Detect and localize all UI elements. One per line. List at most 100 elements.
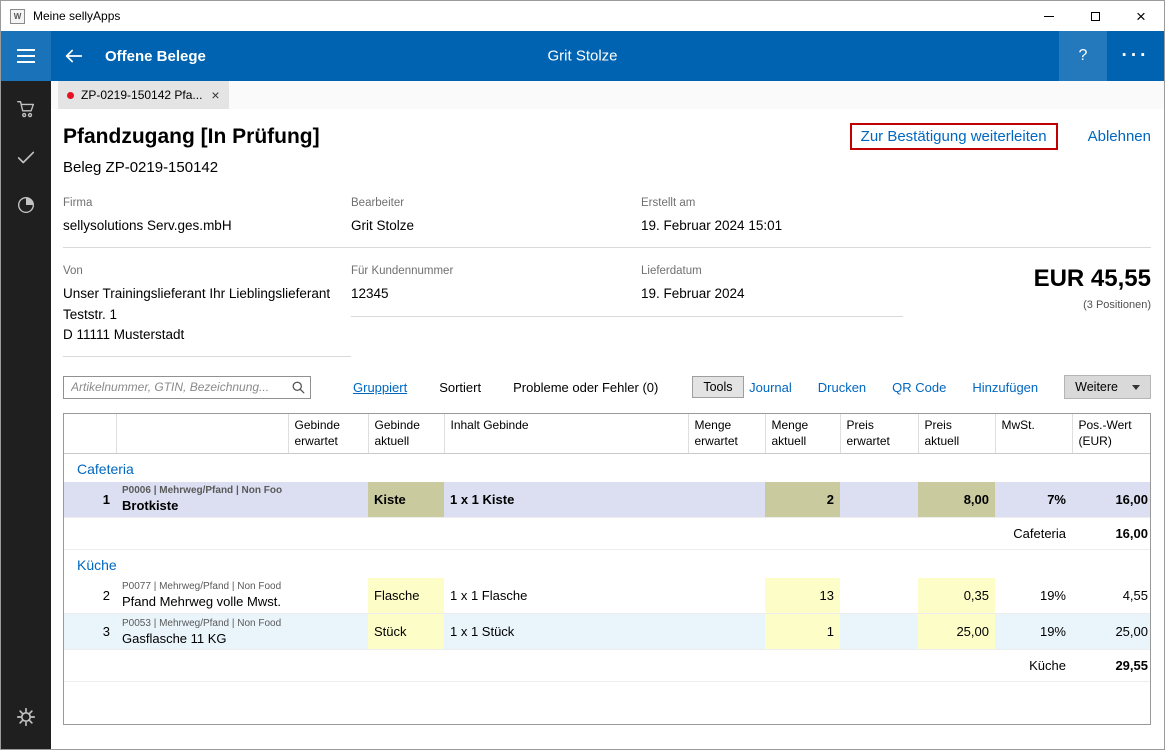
close-icon: ×	[1136, 8, 1146, 25]
subtotal-label: Cafeteria	[995, 518, 1072, 550]
field-value: Grit Stolze	[351, 216, 621, 236]
cell-menge-aktuell[interactable]: 13	[765, 578, 840, 614]
col-header-pos-wert: Pos.-Wert (EUR)	[1072, 414, 1151, 454]
article-meta: P0053 | Mehrweg/Pfand | Non Food	[122, 618, 282, 629]
titlebar: W Meine sellyApps ×	[1, 1, 1164, 31]
field-row-1: Firma sellysolutions Serv.ges.mbH Bearbe…	[63, 197, 1151, 248]
col-header-menge-erwartet: Menge erwartet	[688, 414, 765, 454]
journal-link[interactable]: Journal	[749, 380, 792, 395]
minimize-button[interactable]	[1026, 1, 1072, 31]
tab-document[interactable]: ZP-0219-150142 Pfa... ×	[58, 81, 229, 109]
cell-gebinde-aktuell[interactable]: Stück	[368, 614, 444, 650]
qr-code-link[interactable]: QR Code	[892, 380, 946, 395]
group-header-kueche[interactable]: Küche	[64, 550, 1151, 578]
tab-label: ZP-0219-150142 Pfa...	[81, 88, 202, 102]
field-erstellt-am: Erstellt am 19. Februar 2024 15:01	[641, 197, 1151, 248]
add-link[interactable]: Hinzufügen	[972, 380, 1038, 395]
cell-preis-erwartet	[840, 614, 918, 650]
cell-preis-aktuell[interactable]: 8,00	[918, 482, 995, 518]
field-label: Für Kundennummer	[351, 265, 621, 277]
cell-pos-wert: 16,00	[1072, 482, 1151, 518]
print-link[interactable]: Drucken	[818, 380, 866, 395]
field-value: 19. Februar 2024 15:01	[641, 216, 1131, 236]
field-value: 12345	[351, 284, 621, 304]
cell-inhalt-gebinde: 1 x 1 Flasche	[444, 578, 688, 614]
forward-for-approval-button[interactable]: Zur Bestätigung weiterleiten	[850, 123, 1058, 150]
field-label: Lieferdatum	[641, 265, 883, 277]
cell-mwst: 7%	[995, 482, 1072, 518]
position-row-2[interactable]: 2 P0077 | Mehrweg/Pfand | Non Food Pfand…	[64, 578, 1151, 614]
supplier-name: Unser Trainingslieferant Ihr Lieblingsli…	[63, 284, 331, 304]
cell-mwst: 19%	[995, 614, 1072, 650]
gear-icon	[15, 706, 37, 728]
field-row-2: Von Unser Trainingslieferant Ihr Lieblin…	[63, 265, 1151, 357]
cell-gebinde-erwartet	[288, 578, 368, 614]
group-toggle-link[interactable]: Gruppiert	[353, 380, 407, 395]
sidebar	[1, 81, 51, 749]
cart-icon	[15, 98, 37, 120]
page-header-title: Offene Belege	[105, 48, 206, 65]
sidebar-item-reports[interactable]	[1, 181, 51, 229]
group-header-cafeteria[interactable]: Cafeteria	[64, 454, 1151, 482]
field-label: Von	[63, 265, 331, 277]
reject-button[interactable]: Ablehnen	[1088, 128, 1151, 145]
problems-link[interactable]: Probleme oder Fehler (0)	[513, 380, 658, 395]
maximize-icon	[1091, 12, 1100, 21]
cell-menge-erwartet	[688, 614, 765, 650]
position-row-1[interactable]: 1 P0006 | Mehrweg/Pfand | Non Food Brotk…	[64, 482, 1151, 518]
sidebar-item-settings[interactable]	[1, 693, 51, 741]
content-area: ZP-0219-150142 Pfa... × Pfandzugang [In …	[51, 81, 1164, 749]
sidebar-item-cart[interactable]	[1, 85, 51, 133]
row-number: 2	[64, 578, 116, 614]
field-firma: Firma sellysolutions Serv.ges.mbH	[63, 197, 351, 248]
document-actions: Zur Bestätigung weiterleiten Ablehnen	[850, 123, 1151, 150]
position-count: (3 Positionen)	[903, 299, 1151, 311]
cell-gebinde-aktuell[interactable]: Flasche	[368, 578, 444, 614]
window-title: Meine sellyApps	[33, 9, 120, 23]
article-name: Gasflasche 11 KG	[122, 631, 282, 646]
article-search	[63, 376, 311, 399]
app-header: Offene Belege Grit Stolze ? ···	[1, 31, 1164, 81]
maximize-button[interactable]	[1072, 1, 1118, 31]
more-actions-label: Weitere	[1075, 380, 1118, 394]
close-button[interactable]: ×	[1118, 1, 1164, 31]
back-arrow-icon	[63, 45, 85, 67]
cell-preis-aktuell[interactable]: 25,00	[918, 614, 995, 650]
cell-menge-aktuell[interactable]: 2	[765, 482, 840, 518]
search-input[interactable]	[63, 376, 311, 399]
hamburger-menu-button[interactable]	[1, 31, 51, 81]
article-name: Pfand Mehrweg volle Mwst.	[122, 594, 282, 609]
help-button[interactable]: ?	[1059, 31, 1107, 81]
row-number: 3	[64, 614, 116, 650]
field-label: Erstellt am	[641, 197, 1131, 209]
col-header-preis-erwartet: Preis erwartet	[840, 414, 918, 454]
tab-close-icon[interactable]: ×	[211, 87, 219, 103]
document-number: Beleg ZP-0219-150142	[63, 159, 1151, 176]
field-label: Firma	[63, 197, 331, 209]
subtotal-row-cafeteria: Cafeteria 16,00	[64, 518, 1151, 550]
chevron-down-icon	[1132, 385, 1140, 390]
cell-preis-aktuell[interactable]: 0,35	[918, 578, 995, 614]
tools-button[interactable]: Tools	[692, 376, 743, 398]
cell-gebinde-aktuell[interactable]: Kiste	[368, 482, 444, 518]
sort-toggle-link[interactable]: Sortiert	[439, 380, 481, 395]
field-label: Bearbeiter	[351, 197, 621, 209]
field-value: 19. Februar 2024	[641, 284, 883, 304]
sidebar-item-tasks[interactable]	[1, 133, 51, 181]
cell-menge-aktuell[interactable]: 1	[765, 614, 840, 650]
row-number: 1	[64, 482, 116, 518]
table-toolbar: Gruppiert Sortiert Probleme oder Fehler …	[63, 375, 1151, 399]
more-options-button[interactable]: ···	[1107, 31, 1164, 81]
col-header-gebinde-aktuell: Gebinde aktuell	[368, 414, 444, 454]
article-cell: P0077 | Mehrweg/Pfand | Non Food Pfand M…	[116, 578, 288, 614]
search-icon[interactable]	[291, 380, 306, 395]
cell-menge-erwartet	[688, 482, 765, 518]
more-actions-dropdown[interactable]: Weitere	[1064, 375, 1151, 399]
back-button[interactable]	[51, 31, 97, 81]
document-view: Pfandzugang [In Prüfung] Zur Bestätigung…	[51, 109, 1164, 749]
current-user: Grit Stolze	[547, 48, 617, 65]
pie-chart-icon	[15, 194, 37, 216]
col-header-inhalt-gebinde: Inhalt Gebinde	[444, 414, 688, 454]
col-header-menge-aktuell: Menge aktuell	[765, 414, 840, 454]
position-row-3[interactable]: 3 P0053 | Mehrweg/Pfand | Non Food Gasfl…	[64, 614, 1151, 650]
